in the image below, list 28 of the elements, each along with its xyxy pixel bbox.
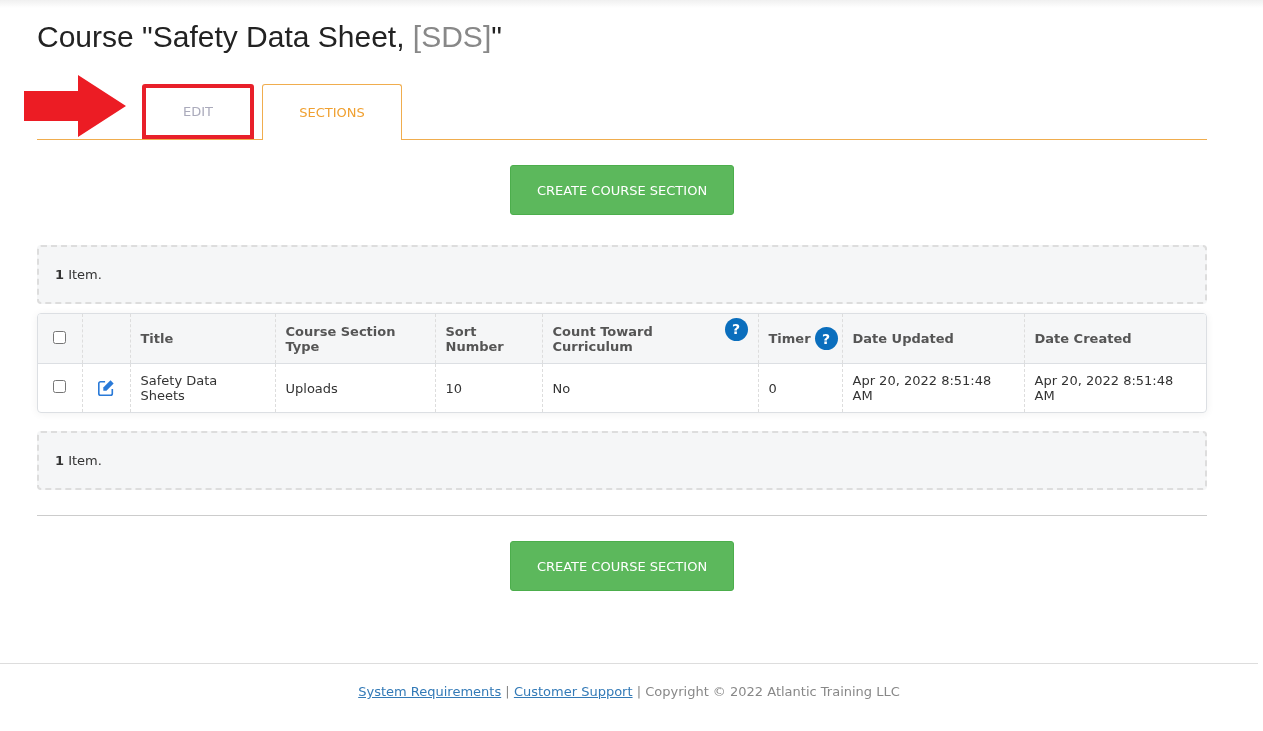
table-cell: 10 (445, 380, 463, 396)
footer-link[interactable]: Customer Support (513, 684, 633, 699)
table-cell: Apr 20, 2022 8:51:48 AM (1034, 373, 1174, 403)
page-title: Course "Safety Data Sheet, [SDS]" (37, 20, 503, 54)
item-count: 1 Item. (55, 453, 102, 468)
table-cell: Safety Data Sheets (140, 373, 218, 403)
column-header: Timer (768, 331, 811, 346)
column-header: Course Section Type (285, 323, 396, 354)
select-all-checkbox[interactable] (53, 330, 67, 344)
column-header: Title (140, 331, 174, 346)
help-button[interactable]: ? (724, 317, 748, 341)
table-cell: Apr 20, 2022 8:51:48 AM (852, 373, 992, 403)
column-header: Count Toward Curriculum (552, 323, 654, 354)
row-checkbox[interactable] (53, 380, 67, 393)
column-header: Sort Number (445, 323, 504, 354)
edit-icon[interactable] (97, 379, 115, 397)
help-button[interactable]: ? (814, 327, 838, 350)
arrow-icon (24, 75, 126, 137)
table-cell: Uploads (285, 380, 338, 396)
footer-text: System Requirements | Customer Support | Copyright © 2022 Atlantic Training LLC (358, 684, 900, 699)
column-header: Date Created (1034, 331, 1132, 346)
create-section-button[interactable]: CREATE COURSE SECTION (510, 165, 734, 215)
table-cell: 0 (768, 380, 777, 396)
table-cell: No (552, 380, 571, 396)
footer-link[interactable]: System Requirements (358, 684, 502, 699)
column-header: Date Updated (852, 331, 954, 346)
create-section-button[interactable]: CREATE COURSE SECTION (510, 541, 734, 591)
item-count: 1 Item. (55, 267, 102, 282)
